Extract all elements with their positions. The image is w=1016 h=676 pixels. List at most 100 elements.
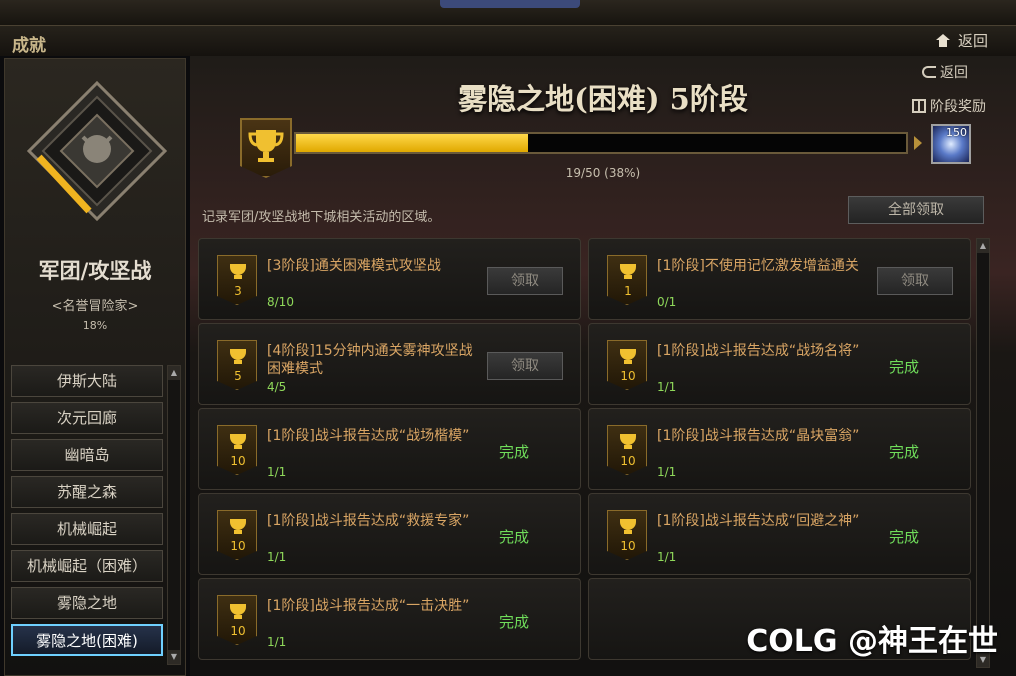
claim-button[interactable]: 领取 [877, 267, 953, 295]
achievement-card: 1 [1阶段]不使用记忆激发增益通关 0/1 领取 [588, 238, 971, 320]
grid-scrollbar[interactable]: ▲ ▼ [976, 238, 990, 668]
guild-rank: <名誉冒险家> [51, 299, 139, 314]
card-title: [1阶段]战斗报告达成“救援专家” [267, 513, 470, 529]
card-title: [1阶段]不使用记忆激发增益通关 [657, 258, 859, 274]
card-stage-number: 5 [234, 369, 242, 383]
trophy-icon: 5 [217, 340, 257, 390]
cup-shape [230, 604, 246, 615]
trophy-icon: 1 [607, 255, 647, 305]
trophy-icon: 10 [217, 425, 257, 475]
achievement-header: 成就 返回 [0, 26, 1016, 56]
nav-item[interactable]: 幽暗岛 [11, 439, 163, 471]
page-title: 成就 [12, 36, 46, 56]
achievement-grid: 3 [3阶段]通关困难模式攻坚战 8/10 领取 1 [1阶段]不使用记忆激发增益通关 0/… [198, 238, 974, 668]
achievement-main: 返回 阶段奖励 雾隐之地(困难) 5阶段 150 19/50 (38%) 记录军… [190, 56, 1016, 676]
card-progress: 1/1 [267, 635, 287, 649]
category-panel: 军团/攻坚战 <名誉冒险家> 18% 伊斯大陆次元回廊幽暗岛苏醒之森机械崛起机械… [4, 58, 186, 676]
claim-button[interactable]: 领取 [487, 267, 563, 295]
trophy-icon: 10 [607, 510, 647, 560]
cup-base [234, 615, 242, 619]
nav-item[interactable]: 机械崛起（困难） [11, 550, 163, 582]
progress-arrow-icon [914, 136, 922, 150]
cup-base [624, 275, 632, 279]
trophy-icon: 10 [607, 425, 647, 475]
scroll-up-icon[interactable]: ▲ [168, 366, 180, 380]
card-stage-number: 10 [230, 539, 246, 553]
achievement-card: 5 [4阶段]15分钟内通关雾神攻坚战困难模式 4/5 领取 [198, 323, 581, 405]
category-nav: 伊斯大陆次元回廊幽暗岛苏醒之森机械崛起机械崛起（困难） 雾隐之地雾隐之地(困难) [11, 365, 163, 661]
achievement-card: 10 [1阶段]战斗报告达成“战场名将” 1/1 完成 [588, 323, 971, 405]
stage-progress-bar [294, 132, 908, 154]
window-top-bar [0, 0, 1016, 26]
achievement-card: 10 [1阶段]战斗报告达成“救援专家” 1/1 完成 [198, 493, 581, 575]
card-title: [1阶段]战斗报告达成“回避之神” [657, 513, 860, 529]
area-description: 记录军团/攻坚战地下城相关活动的区域。 [202, 210, 441, 225]
home-back-label: 返回 [957, 32, 988, 50]
progress-fill [296, 134, 528, 152]
home-back-button[interactable]: 返回 [935, 30, 988, 51]
card-stage-number: 3 [234, 284, 242, 298]
nav-scrollbar[interactable]: ▲ ▼ [167, 365, 181, 665]
achievement-card: 10 [1阶段]战斗报告达成“晶块富翁” 1/1 完成 [588, 408, 971, 490]
achievement-card: 10 [1阶段]战斗报告达成“战场楷模” 1/1 完成 [198, 408, 581, 490]
cup-shape [230, 434, 246, 445]
card-progress: 1/1 [657, 550, 677, 564]
scroll-down-icon[interactable]: ▼ [168, 650, 180, 664]
completed-label: 完成 [499, 528, 530, 546]
card-title: [1阶段]战斗报告达成“一击决胜” [267, 598, 470, 614]
card-stage-number: 1 [624, 284, 632, 298]
home-icon [935, 33, 950, 48]
trophy-icon: 10 [217, 595, 257, 645]
nav-item[interactable]: 机械崛起 [11, 513, 163, 545]
cup-shape [620, 519, 636, 530]
card-progress: 1/1 [657, 380, 677, 394]
card-progress: 1/1 [267, 465, 287, 479]
claim-all-button[interactable]: 全部领取 [848, 196, 984, 224]
guild-emblem-icon [26, 80, 168, 222]
cup-shape [620, 349, 636, 360]
card-title: [1阶段]战斗报告达成“战场楷模” [267, 428, 470, 444]
card-stage-number: 10 [230, 624, 246, 638]
scroll-up-icon[interactable]: ▲ [977, 239, 989, 253]
trophy-icon: 10 [217, 510, 257, 560]
cup-shape [230, 349, 246, 360]
card-progress: 8/10 [267, 295, 294, 309]
card-title: [1阶段]战斗报告达成“晶块富翁” [657, 428, 860, 444]
cup-base [234, 445, 242, 449]
guild-percent: 18% [82, 319, 108, 332]
cup-base [624, 530, 632, 534]
cup-shape [620, 434, 636, 445]
card-title: [4阶段]15分钟内通关雾神攻坚战困难模式 [267, 343, 473, 377]
card-stage-number: 10 [620, 539, 636, 553]
card-progress: 1/1 [267, 550, 287, 564]
cup-base [624, 360, 632, 364]
card-progress: 1/1 [657, 465, 677, 479]
completed-label: 完成 [499, 443, 530, 461]
nav-item[interactable]: 雾隐之地 [11, 587, 163, 619]
reward-count: 150 [946, 126, 967, 139]
reward-item-icon[interactable]: 150 [931, 124, 971, 164]
achievement-card: 3 [3阶段]通关困难模式攻坚战 8/10 领取 [198, 238, 581, 320]
watermark: COLG @神王在世 [746, 624, 998, 659]
progress-text: 19/50 (38%) [565, 166, 641, 180]
achievement-card: 10 [1阶段]战斗报告达成“回避之神” 1/1 完成 [588, 493, 971, 575]
claim-button[interactable]: 领取 [487, 352, 563, 380]
guild-name: 军团/攻坚战 [38, 258, 152, 283]
card-stage-number: 10 [620, 454, 636, 468]
cup-base [624, 445, 632, 449]
card-progress: 0/1 [657, 295, 677, 309]
nav-item[interactable]: 次元回廊 [11, 402, 163, 434]
card-title: [1阶段]战斗报告达成“战场名将” [657, 343, 860, 359]
card-title: [3阶段]通关困难模式攻坚战 [267, 258, 441, 274]
card-progress: 4/5 [267, 380, 287, 394]
completed-label: 完成 [889, 358, 920, 376]
completed-label: 完成 [889, 528, 920, 546]
stage-title: 雾隐之地(困难) 5阶段 [458, 82, 748, 116]
nav-item[interactable]: 伊斯大陆 [11, 365, 163, 397]
nav-item[interactable]: 雾隐之地(困难) [11, 624, 163, 656]
completed-label: 完成 [499, 613, 530, 631]
card-stage-number: 10 [230, 454, 246, 468]
cup-base [234, 275, 242, 279]
nav-item[interactable]: 苏醒之森 [11, 476, 163, 508]
window-title-tab [440, 0, 580, 8]
